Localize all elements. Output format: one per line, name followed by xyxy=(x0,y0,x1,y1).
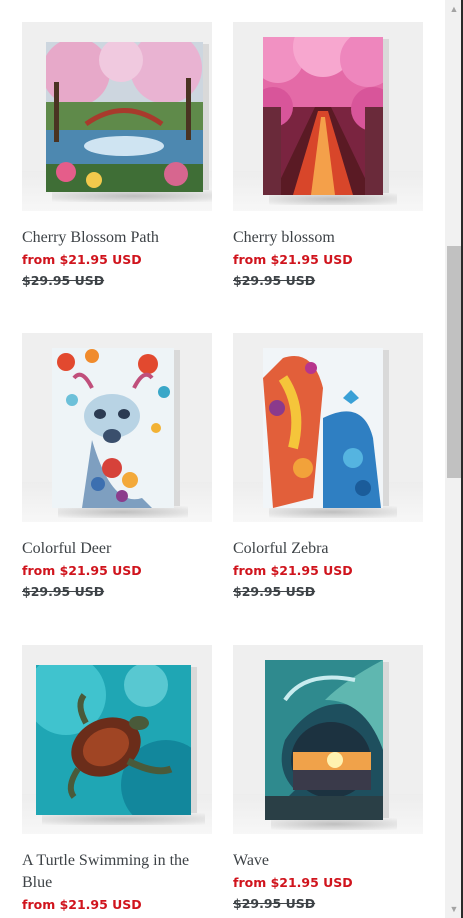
product-image[interactable] xyxy=(22,333,212,522)
product-card[interactable]: Wave from $21.95 USD $29.95 USD xyxy=(233,645,423,912)
product-title[interactable]: Colorful Zebra xyxy=(233,538,423,560)
sale-price: from $21.95 USD xyxy=(22,563,142,578)
product-card[interactable]: Cherry Blossom Path from $21.95 USD $29.… xyxy=(22,22,212,289)
compare-price: $29.95 USD xyxy=(233,273,316,288)
product-image[interactable] xyxy=(22,22,212,211)
colorful-giraffes-painting xyxy=(263,348,397,518)
product-grid: Cherry Blossom Path from $21.95 USD $29.… xyxy=(0,0,445,918)
compare-price: $29.95 USD xyxy=(22,273,105,288)
scrollbar-thumb[interactable] xyxy=(447,246,461,478)
product-image[interactable] xyxy=(233,645,423,834)
compare-price: $29.95 USD xyxy=(233,584,316,599)
sale-price: from $21.95 USD xyxy=(233,252,353,267)
product-image[interactable] xyxy=(22,645,212,834)
product-title[interactable]: A Turtle Swimming in the Blue xyxy=(22,850,212,894)
product-image[interactable] xyxy=(233,333,423,522)
compare-price: $29.95 USD xyxy=(233,896,316,911)
ocean-wave-painting xyxy=(265,660,397,830)
product-card[interactable]: Colorful Zebra from $21.95 USD $29.95 US… xyxy=(233,333,423,600)
product-title[interactable]: Cherry blossom xyxy=(233,227,423,249)
product-image[interactable] xyxy=(233,22,423,211)
cherry-blossom-path-painting xyxy=(46,42,212,202)
product-title[interactable]: Cherry Blossom Path xyxy=(22,227,212,249)
product-title[interactable]: Wave xyxy=(233,850,423,872)
sale-price: from $21.95 USD xyxy=(22,897,142,912)
sea-turtle-painting xyxy=(36,665,205,825)
colorful-deer-painting xyxy=(52,348,188,518)
compare-price: $29.95 USD xyxy=(22,584,105,599)
product-card[interactable]: A Turtle Swimming in the Blue from $21.9… xyxy=(22,645,212,918)
sale-price: from $21.95 USD xyxy=(233,563,353,578)
cherry-blossom-canal-painting xyxy=(263,37,397,205)
product-card[interactable]: Cherry blossom from $21.95 USD $29.95 US… xyxy=(233,22,423,289)
sale-price: from $21.95 USD xyxy=(22,252,142,267)
sale-price: from $21.95 USD xyxy=(233,875,353,890)
product-card[interactable]: Colorful Deer from $21.95 USD $29.95 USD xyxy=(22,333,212,600)
product-title[interactable]: Colorful Deer xyxy=(22,538,212,560)
